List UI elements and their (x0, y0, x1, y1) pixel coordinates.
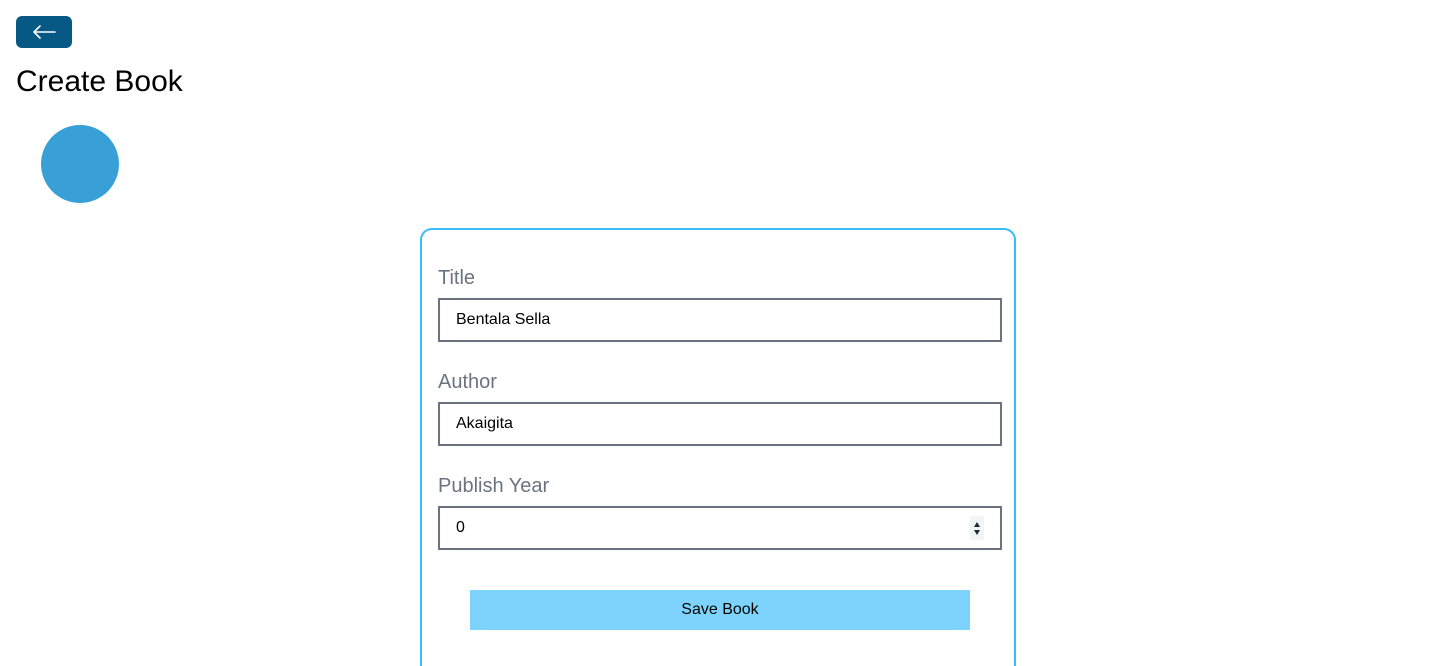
stepper-down-icon[interactable] (974, 529, 980, 535)
stepper-up-icon[interactable] (974, 521, 980, 527)
title-field: Title (438, 264, 1002, 342)
loading-spinner (41, 125, 119, 203)
title-label: Title (438, 267, 476, 289)
publish-year-field: Publish Year (438, 472, 1002, 550)
author-input[interactable] (440, 404, 1000, 444)
publish-year-label: Publish Year (438, 475, 550, 497)
author-label: Author (438, 371, 497, 393)
author-field: Author (438, 368, 1002, 446)
back-button[interactable] (16, 16, 72, 48)
save-book-button[interactable]: Save Book (470, 590, 970, 630)
create-book-page: Create Book Title Author Publish Year (0, 0, 1440, 666)
number-stepper[interactable] (970, 516, 984, 540)
arrow-left-icon (33, 25, 56, 39)
author-input-box (438, 402, 1002, 446)
title-input[interactable] (440, 300, 1000, 340)
page-title: Create Book (16, 65, 183, 98)
publish-year-input[interactable] (440, 508, 1000, 548)
create-book-form: Title Author Publish Year Save Book (420, 228, 1016, 666)
title-input-box (438, 298, 1002, 342)
publish-year-input-box (438, 506, 1002, 550)
